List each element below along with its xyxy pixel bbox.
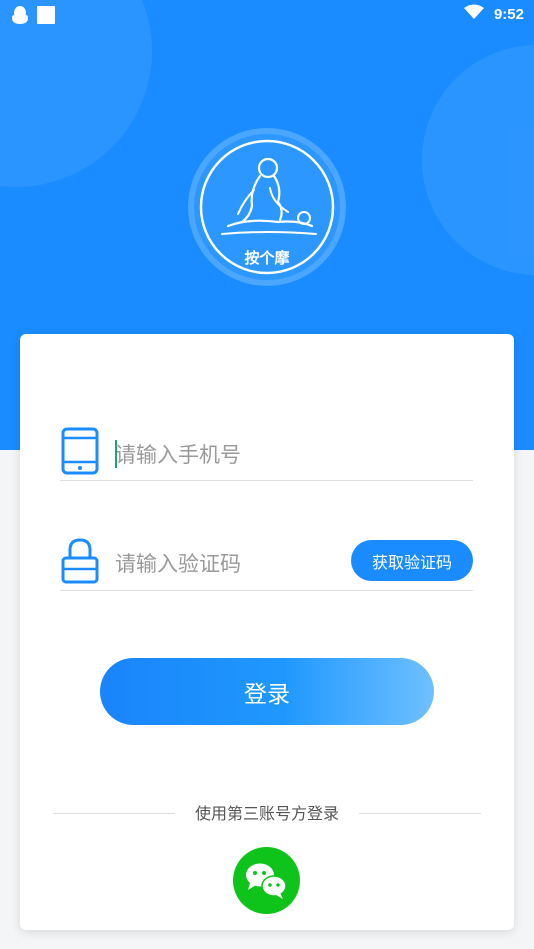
clock-time: 9:52 (493, 5, 524, 23)
code-underline (60, 590, 473, 591)
phone-underline (60, 480, 473, 481)
third-party-divider: 使用第三账号方登录 (53, 802, 481, 826)
code-field: 获取验证码 (60, 534, 473, 634)
phone-field (60, 424, 473, 524)
third-party-label: 使用第三账号方登录 (194, 804, 339, 823)
lock-icon (60, 534, 100, 590)
logo-text: 按个摩 (244, 249, 290, 267)
qq-icon (12, 5, 28, 29)
status-bar-left (12, 5, 55, 29)
wechat-login-button[interactable] (233, 847, 300, 914)
login-button[interactable]: 登录 (100, 658, 434, 725)
text-cursor (115, 440, 117, 468)
massage-logo-icon: 按个摩 (188, 128, 346, 286)
status-bar-right: 9:52 (463, 4, 524, 24)
wifi-icon (463, 4, 484, 24)
login-card: 获取验证码 登录 使用第三账号方登录 (20, 334, 514, 930)
wechat-icon (246, 863, 287, 899)
get-code-button[interactable]: 获取验证码 (351, 540, 473, 581)
status-bar: 9:52 (0, 0, 534, 30)
phone-icon (60, 424, 100, 480)
decorative-circle (422, 45, 534, 275)
phone-input[interactable] (115, 435, 455, 475)
notification-square-icon (37, 6, 55, 28)
divider-line-right (359, 813, 481, 814)
verification-code-input[interactable] (115, 544, 345, 584)
